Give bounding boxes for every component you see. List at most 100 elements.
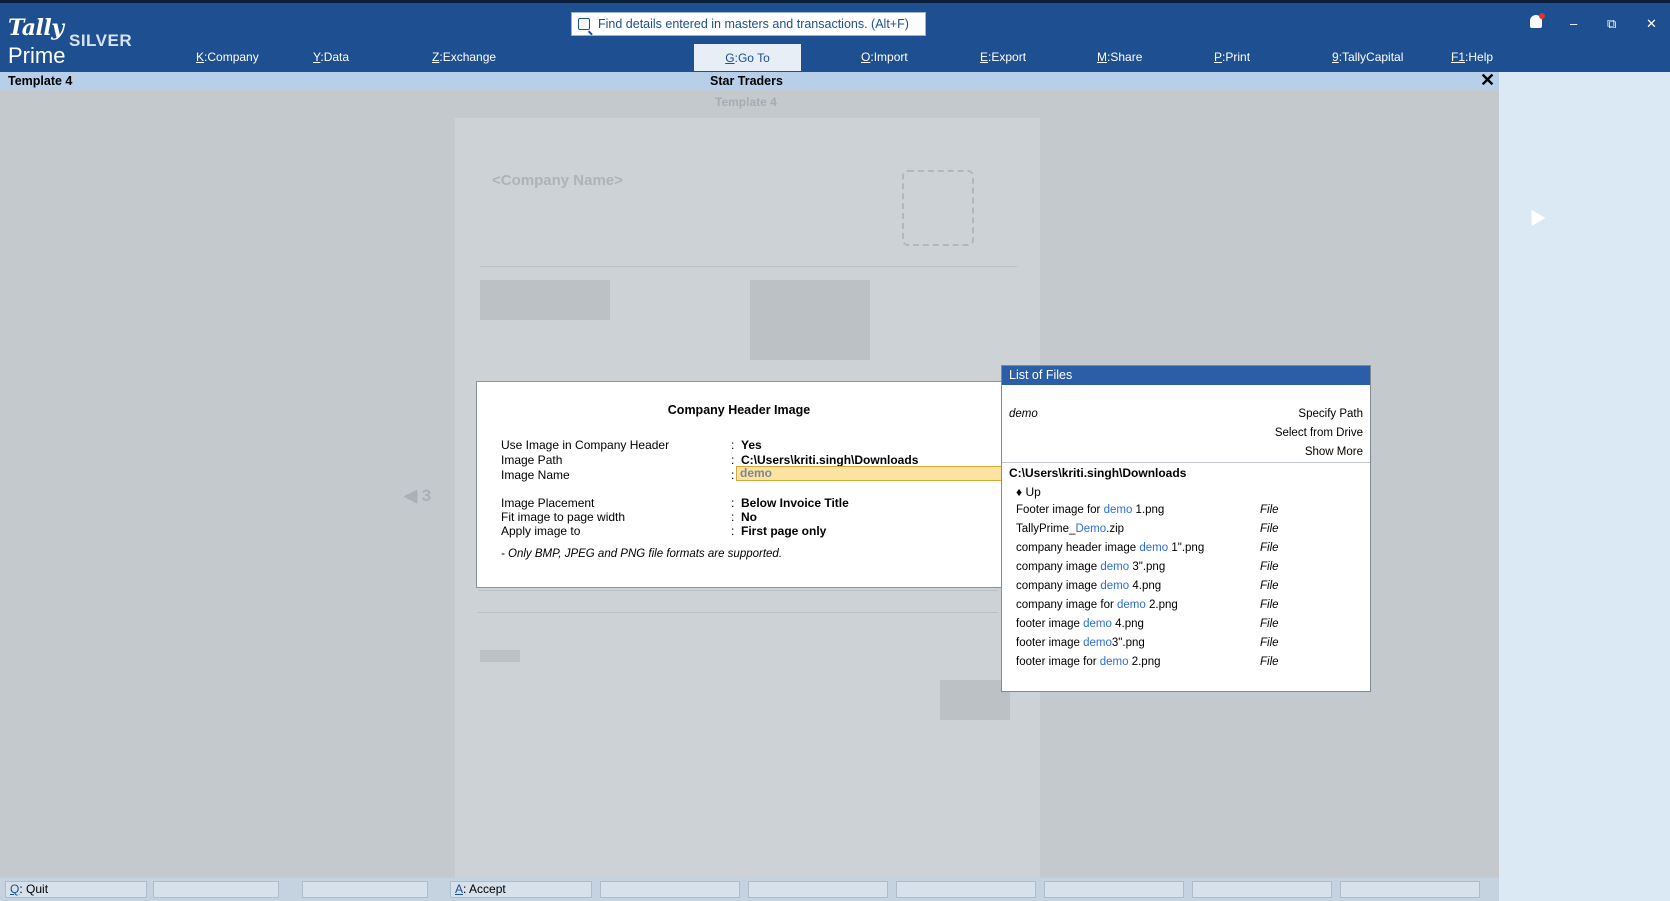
preview-page-nav[interactable]: ◀ 3	[404, 486, 431, 506]
preview-logo-placeholder	[902, 170, 974, 246]
file-type: File	[1260, 637, 1279, 649]
file-name-part: 4.png	[1111, 618, 1144, 630]
file-type: File	[1260, 542, 1279, 554]
menu-help-label: Help	[1468, 50, 1494, 64]
file-name: company image for demo 2.png	[1016, 599, 1178, 611]
file-list-item[interactable]: TallyPrime_Demo.zip File	[1016, 523, 1361, 541]
menu-export-key: E	[980, 50, 989, 64]
field-value: C:\Users\kriti.singh\Downloads	[741, 453, 919, 467]
field-colon: :	[731, 510, 735, 524]
menu-share-label: Share	[1110, 50, 1143, 64]
menu-data[interactable]: Y:Data	[313, 50, 349, 64]
preview-text-block	[750, 280, 870, 360]
menu-export[interactable]: E:Export	[980, 50, 1026, 64]
menu-help[interactable]: F1:Help	[1451, 50, 1493, 64]
file-name-part: footer image	[1016, 618, 1084, 630]
menu-share[interactable]: M:Share	[1097, 50, 1142, 64]
field-colon: :	[731, 438, 735, 452]
file-list-item[interactable]: company image demo 4.png File	[1016, 580, 1361, 598]
empty-button-slot	[302, 881, 428, 898]
notification-bell-icon[interactable]	[1530, 13, 1545, 28]
menu-exchange-label: Exchange	[442, 50, 497, 64]
menu-goto[interactable]: G: Go To	[694, 44, 801, 71]
menu-tallycapital[interactable]: 9:TallyCapital	[1332, 50, 1403, 64]
bottom-button-bar: Q: Quit A: Accept	[0, 878, 1499, 901]
field-colon: :	[731, 453, 735, 467]
preview-divider	[480, 266, 1017, 267]
file-name-match: demo	[1117, 599, 1146, 611]
menu-goto-key: G	[725, 50, 735, 65]
file-name-part: company image for	[1016, 599, 1117, 611]
file-type: File	[1260, 504, 1279, 516]
menu-print[interactable]: P:Print	[1214, 50, 1250, 64]
up-folder-item[interactable]: ♦ Up	[1016, 485, 1041, 499]
file-type: File	[1260, 656, 1279, 668]
menu-share-key: M	[1097, 50, 1107, 64]
restore-button[interactable]: ⧉	[1607, 16, 1616, 32]
field-value: First page only	[741, 524, 827, 538]
file-name-match: Demo	[1075, 523, 1107, 535]
menu-company-label: Company	[207, 50, 259, 64]
file-list-item[interactable]: footer image demo 4.png File	[1016, 618, 1361, 636]
menu-print-key: P	[1214, 50, 1223, 64]
empty-button-slot	[1340, 881, 1480, 898]
menu-print-label: Print	[1225, 50, 1251, 64]
file-name: TallyPrime_Demo.zip	[1016, 523, 1124, 535]
file-list-item[interactable]: company header image demo 1".png File	[1016, 542, 1361, 560]
menu-company[interactable]: K:Company	[196, 50, 259, 64]
menu-data-key: Y	[313, 50, 321, 64]
template-preview-title: Template 4	[715, 95, 777, 109]
report-name: Template 4	[8, 74, 73, 88]
accept-button[interactable]: A: Accept	[450, 881, 592, 898]
menu-import[interactable]: O:Import	[861, 50, 908, 64]
minimize-button[interactable]: –	[1570, 16, 1577, 31]
empty-button-slot	[1044, 881, 1184, 898]
file-list-item[interactable]: footer image demo3".png File	[1016, 637, 1361, 655]
global-search-box[interactable]: Find details entered in masters and tran…	[571, 12, 926, 36]
field-label: Image Placement	[501, 496, 595, 510]
empty-button-slot	[896, 881, 1036, 898]
field-label: Apply image to	[501, 524, 581, 538]
file-name-part: company header image	[1016, 542, 1140, 554]
file-type: File	[1260, 580, 1279, 592]
file-list-item[interactable]: company image demo 3".png File	[1016, 561, 1361, 579]
file-name: footer image demo3".png	[1016, 637, 1145, 649]
file-name: company header image demo 1".png	[1016, 542, 1204, 554]
tally-logo: Tally	[8, 15, 64, 41]
dialog-title: Company Header Image	[667, 403, 811, 417]
file-name-part: 3".png	[1111, 637, 1145, 649]
file-name-part: 1".png	[1168, 542, 1205, 554]
field-colon: :	[731, 496, 735, 510]
quit-button[interactable]: Q: Quit	[5, 881, 147, 898]
show-more-option[interactable]: Show More	[1305, 446, 1363, 458]
company-header-image-dialog: Company Header Image Use Image in Compan…	[476, 381, 1020, 588]
file-list-item[interactable]: Footer image for demo 1.png File	[1016, 504, 1361, 522]
file-name: company image demo 4.png	[1016, 580, 1161, 592]
top-bar: Tally Prime SILVER Find details entered …	[0, 0, 1670, 72]
empty-button-slot	[600, 881, 740, 898]
menu-company-key: K	[196, 50, 205, 64]
image-name-input[interactable]: demo	[736, 466, 1020, 481]
file-list-item[interactable]: footer image for demo 2.png File	[1016, 656, 1361, 674]
file-name-part: 2.png	[1145, 599, 1178, 611]
close-report-icon[interactable]: ✕	[1480, 70, 1495, 91]
field-label: Image Name	[501, 468, 570, 482]
company-name: Star Traders	[710, 74, 783, 88]
file-name-match: demo	[1103, 504, 1133, 516]
menu-data-label: Data	[323, 50, 350, 64]
specify-path-option[interactable]: Specify Path	[1298, 408, 1363, 420]
accept-label: Accept	[469, 882, 506, 896]
file-name-match: demo	[1100, 580, 1130, 592]
window-close-button[interactable]: ✕	[1646, 16, 1657, 32]
empty-button-slot	[748, 881, 888, 898]
accept-key: A	[455, 882, 464, 896]
menu-exchange[interactable]: Z:Exchange	[432, 50, 496, 64]
file-list-item[interactable]: company image for demo 2.png File	[1016, 599, 1361, 617]
file-name-match: demo	[1083, 618, 1112, 630]
file-name-part: TallyPrime_	[1016, 523, 1076, 535]
edition-label: SILVER	[69, 31, 133, 50]
select-from-drive-option[interactable]: Select from Drive	[1275, 427, 1363, 439]
menu-exchange-key: Z	[432, 50, 440, 64]
empty-button-slot	[153, 881, 279, 898]
file-name: footer image demo 4.png	[1016, 618, 1144, 630]
